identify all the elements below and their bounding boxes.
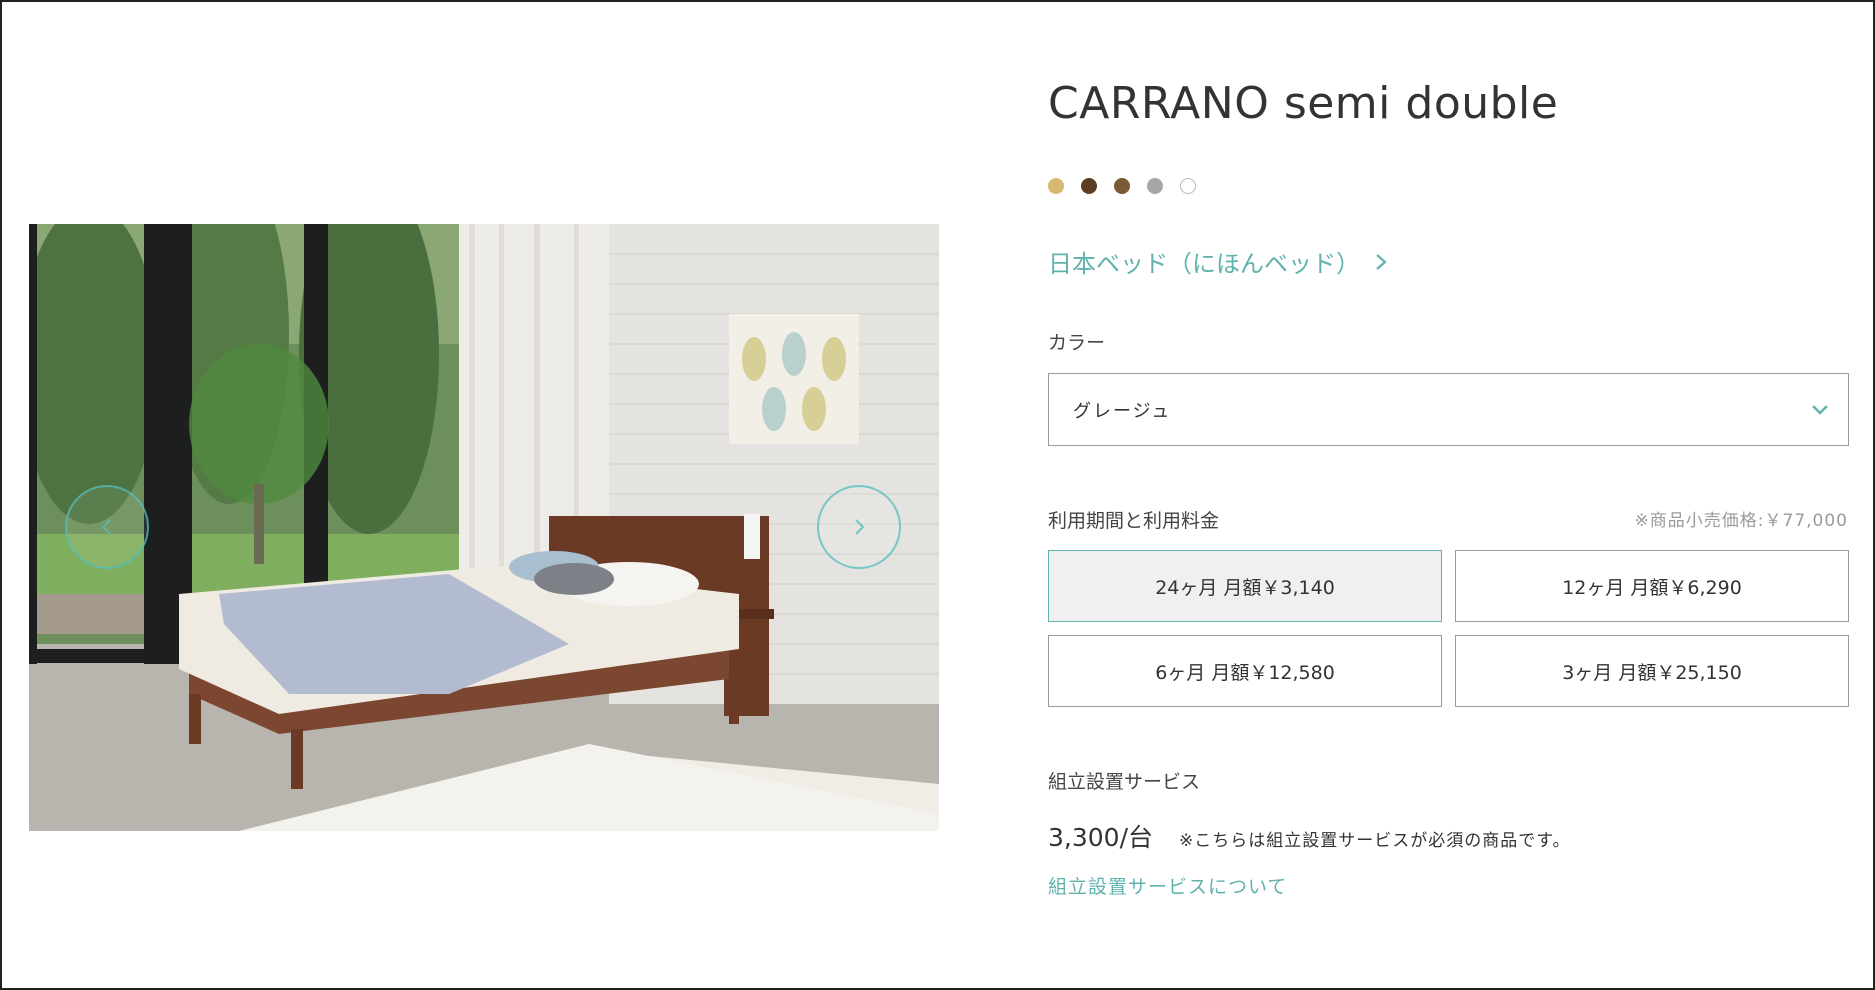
color-label: カラー [1048, 332, 1106, 354]
chevron-down-icon [1812, 405, 1828, 415]
color-swatch-brown[interactable] [1114, 178, 1130, 194]
retail-price-note: ※商品小売価格:￥77,000 [1634, 511, 1848, 531]
color-swatch-dark-brown[interactable] [1081, 178, 1097, 194]
plan-option-12-months[interactable]: 12ヶ月 月額￥6,290 [1455, 550, 1849, 622]
service-required-note: ※こちらは組立設置サービスが必須の商品です。 [1179, 831, 1571, 851]
brand-link-label: 日本ベッド（にほんベッド） [1048, 250, 1360, 278]
plan-option-3-months[interactable]: 3ヶ月 月額￥25,150 [1455, 635, 1849, 707]
color-swatch-gray[interactable] [1147, 178, 1163, 194]
chevron-left-icon [101, 519, 111, 535]
brand-link[interactable]: 日本ベッド（にほんベッド） [1048, 244, 1388, 279]
plan-option-6-months[interactable]: 6ヶ月 月額￥12,580 [1048, 635, 1442, 707]
plan-option-label: 6ヶ月 月額￥12,580 [1155, 661, 1335, 684]
plan-label: 利用期間と利用料金 [1048, 510, 1220, 532]
service-info-link[interactable]: 組立設置サービスについて [1048, 872, 1287, 899]
service-label: 組立設置サービス [1048, 771, 1201, 793]
plan-options: 24ヶ月 月額￥3,140 12ヶ月 月額￥6,290 6ヶ月 月額￥12,58… [1048, 550, 1849, 707]
service-price-row: 3,300/台 ※こちらは組立設置サービスが必須の商品です。 [1048, 818, 1571, 854]
plan-option-label: 24ヶ月 月額￥3,140 [1155, 576, 1335, 599]
service-price: 3,300/台 [1048, 823, 1153, 852]
previous-image-button[interactable] [65, 485, 149, 569]
chevron-right-icon [1376, 253, 1387, 270]
product-photo [29, 224, 939, 831]
next-image-button[interactable] [817, 485, 901, 569]
product-title: CARRANO semi double [1048, 78, 1559, 129]
color-swatches [1048, 178, 1196, 194]
color-select[interactable]: グレージュ [1048, 373, 1849, 446]
plan-option-label: 3ヶ月 月額￥25,150 [1562, 661, 1742, 684]
plan-option-label: 12ヶ月 月額￥6,290 [1562, 576, 1742, 599]
product-image-gallery [29, 224, 939, 831]
color-select-value: グレージュ [1073, 400, 1172, 422]
plan-option-24-months[interactable]: 24ヶ月 月額￥3,140 [1048, 550, 1442, 622]
color-swatch-beige[interactable] [1048, 178, 1064, 194]
color-swatch-white[interactable] [1180, 178, 1196, 194]
chevron-right-icon [855, 519, 865, 535]
